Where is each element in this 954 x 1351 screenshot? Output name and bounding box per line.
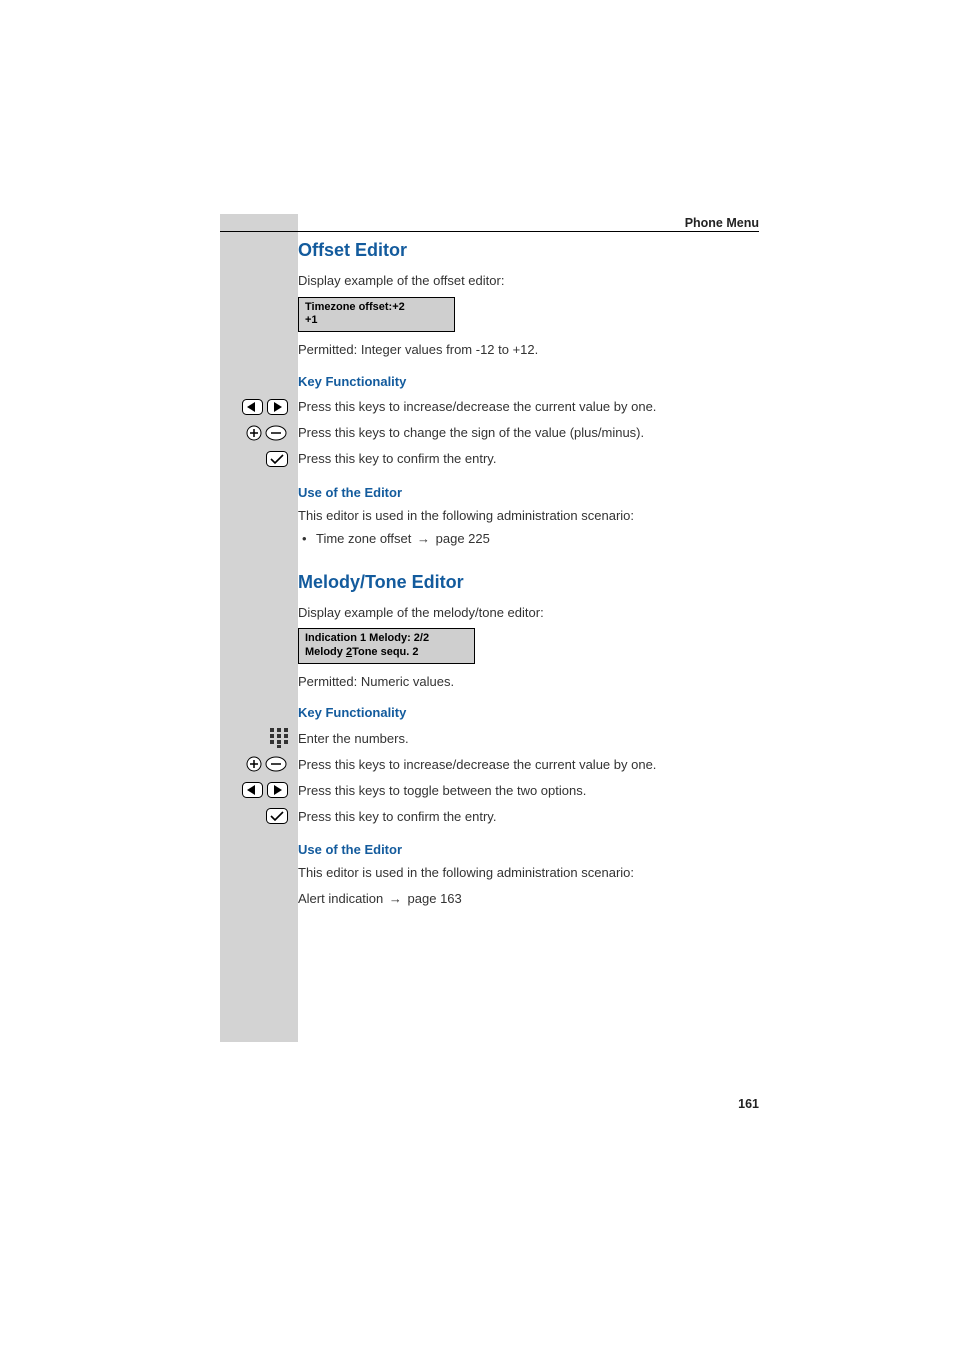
melody-permitted-text: Permitted: Numeric values.: [298, 672, 768, 692]
arrow-icon: →: [389, 891, 402, 906]
offset-use-intro: This editor is used in the following adm…: [298, 506, 768, 526]
left-right-arrow-icon: [242, 782, 288, 798]
melody-key-plusminus-text: Press this keys to increase/decrease the…: [298, 757, 656, 772]
offset-display-line1: Timezone offset:+2: [305, 301, 448, 315]
melody-editor-intro: Display example of the melody/tone edito…: [298, 603, 768, 623]
confirm-check-icon: [266, 451, 288, 467]
offset-key-leftright-text: Press this keys to increase/decrease the…: [298, 399, 656, 414]
plus-minus-icon: [246, 756, 288, 772]
header-rule: [220, 231, 759, 232]
melody-editor-display: Indication 1 Melody: 2/2 Melody 2Tone se…: [298, 628, 475, 664]
offset-key-plusminus-text: Press this keys to change the sign of th…: [298, 425, 644, 440]
melody-alert-line: Alert indication → page 163: [298, 889, 768, 909]
offset-permitted-text: Permitted: Integer values from -12 to +1…: [298, 340, 768, 360]
melody-alert-pageref: page 163: [408, 891, 462, 906]
plus-minus-icon: [246, 425, 288, 441]
melody-alert-label: Alert indication: [298, 891, 383, 906]
melody-use-heading: Use of the Editor: [298, 842, 768, 857]
offset-key-confirm-text: Press this key to confirm the entry.: [298, 451, 496, 466]
melody-display-line2: Melody 2Tone sequ. 2: [305, 646, 468, 660]
offset-use-list: Time zone offset → page 225: [298, 529, 768, 550]
melody-l2-suffix: Tone sequ. 2: [352, 646, 418, 658]
offset-use-list-item: Time zone offset → page 225: [298, 529, 768, 550]
offset-display-line2: +1: [305, 314, 448, 328]
offset-key-func-heading: Key Functionality: [298, 374, 768, 389]
melody-use-intro: This editor is used in the following adm…: [298, 863, 768, 883]
keypad-icon: [270, 728, 288, 748]
melody-key-func-heading: Key Functionality: [298, 705, 768, 720]
offset-editor-intro: Display example of the offset editor:: [298, 271, 768, 291]
left-right-arrow-icon: [242, 399, 288, 415]
melody-key-leftright-text: Press this keys to toggle between the tw…: [298, 783, 586, 798]
offset-bullet-pageref: page 225: [436, 531, 490, 546]
melody-display-line1: Indication 1 Melody: 2/2: [305, 632, 468, 646]
arrow-icon: →: [417, 531, 430, 546]
melody-key-confirm-text: Press this key to confirm the entry.: [298, 809, 496, 824]
melody-l2-prefix: Melody: [305, 646, 346, 658]
confirm-check-icon: [266, 808, 288, 824]
melody-key-keypad-text: Enter the numbers.: [298, 731, 409, 746]
offset-use-heading: Use of the Editor: [298, 485, 768, 500]
offset-bullet-label: Time zone offset: [316, 531, 411, 546]
left-grey-column: [220, 214, 298, 1042]
header-section-title: Phone Menu: [685, 216, 759, 230]
page-number: 161: [738, 1097, 759, 1111]
offset-editor-heading: Offset Editor: [298, 240, 768, 261]
offset-editor-display: Timezone offset:+2 +1: [298, 297, 455, 333]
melody-editor-heading: Melody/Tone Editor: [298, 572, 768, 593]
